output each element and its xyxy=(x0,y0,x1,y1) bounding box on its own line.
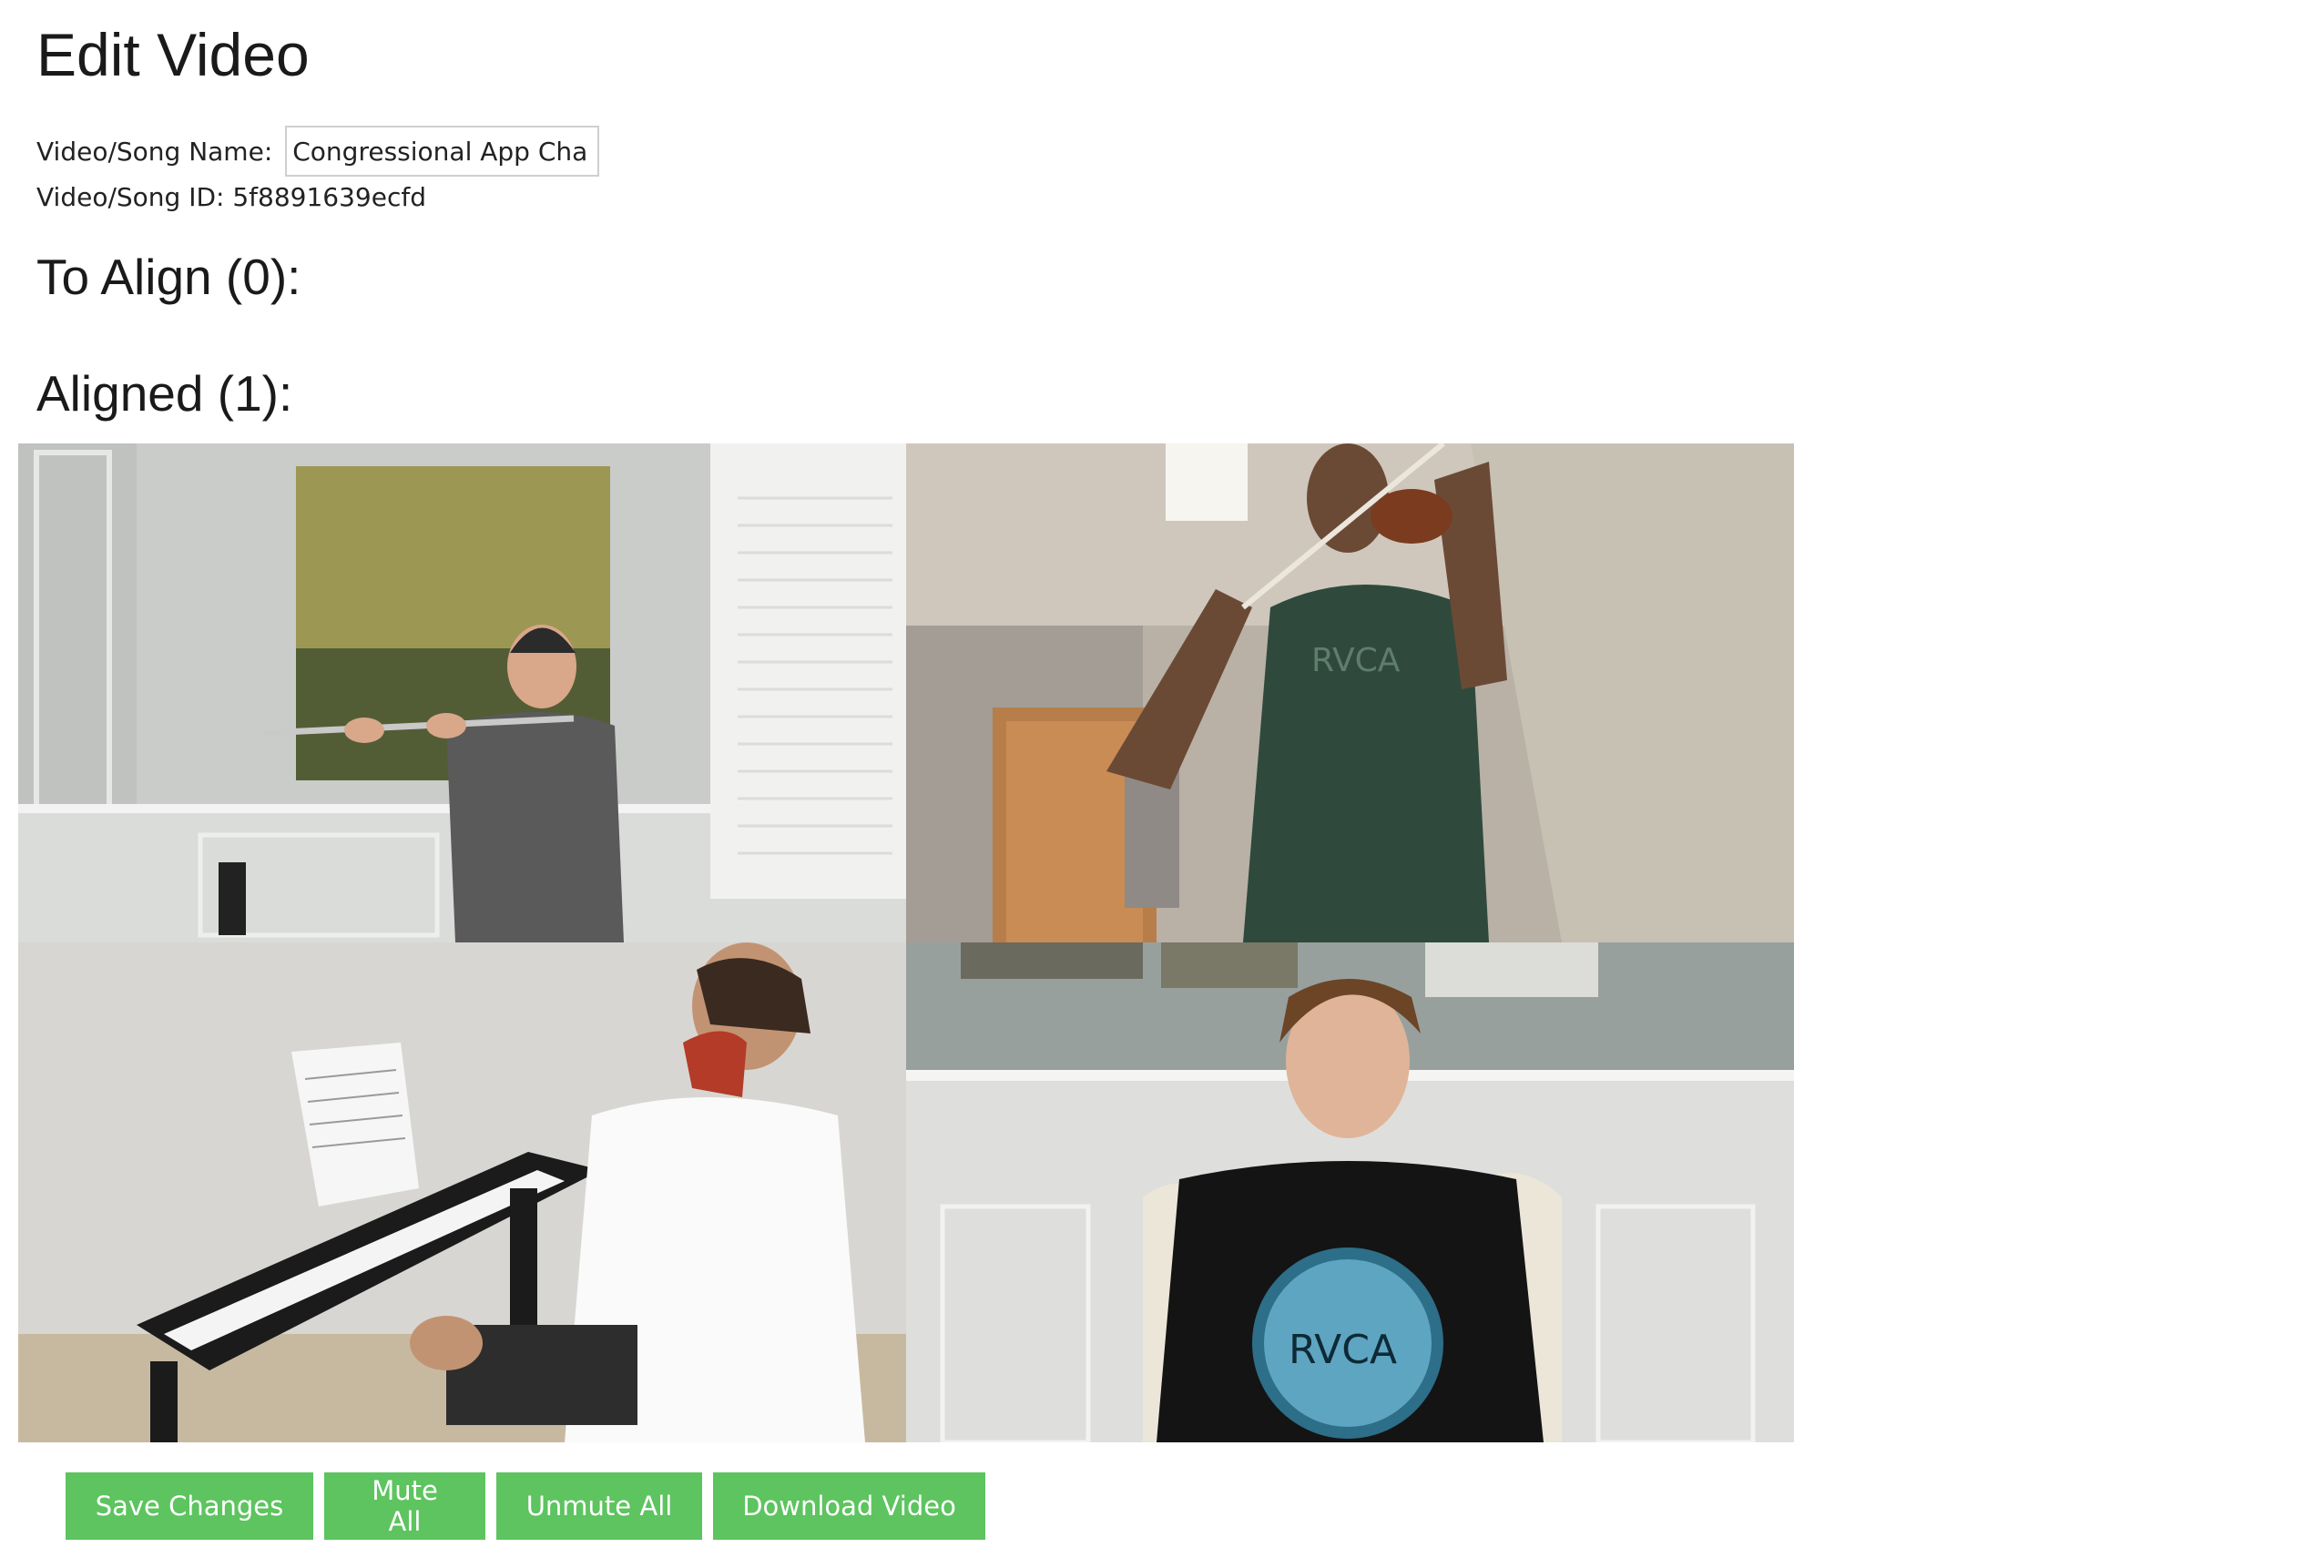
video-tile-flute[interactable] xyxy=(18,443,906,942)
to-align-heading: To Align (0): xyxy=(36,249,301,305)
name-label: Video/Song Name: xyxy=(36,136,273,167)
flute-player-frame xyxy=(18,443,906,942)
page-title: Edit Video xyxy=(36,21,310,88)
unmute-all-button[interactable]: Unmute All xyxy=(496,1472,702,1540)
save-changes-button[interactable]: Save Changes xyxy=(66,1472,313,1540)
edit-video-page: Edit Video Video/Song Name: Video/Song I… xyxy=(0,0,2324,1568)
download-video-button[interactable]: Download Video xyxy=(713,1472,985,1540)
violin-player-frame: RVCA xyxy=(906,443,1794,942)
aligned-heading: Aligned (1): xyxy=(36,365,293,422)
mute-all-button[interactable]: Mute All xyxy=(324,1472,485,1540)
name-field-row: Video/Song Name: xyxy=(36,126,600,177)
aligned-video-grid[interactable]: RVCA RVCA xyxy=(18,443,1794,1442)
vocal-shirt-text: RVCA xyxy=(1289,1327,1397,1373)
action-toolbar: Save Changes Mute All Unmute All Downloa… xyxy=(66,1472,985,1540)
piano-player-frame xyxy=(18,942,906,1442)
video-id-text: Video/Song ID: 5f8891639ecfd xyxy=(36,182,426,212)
video-name-input[interactable] xyxy=(285,126,600,177)
video-tile-violin[interactable]: RVCA xyxy=(906,443,1794,942)
vocal-performer-frame: RVCA xyxy=(906,942,1794,1442)
violin-shirt-text: RVCA xyxy=(1311,642,1401,679)
video-tile-piano[interactable] xyxy=(18,942,906,1442)
video-tile-vocal[interactable]: RVCA xyxy=(906,942,1794,1442)
